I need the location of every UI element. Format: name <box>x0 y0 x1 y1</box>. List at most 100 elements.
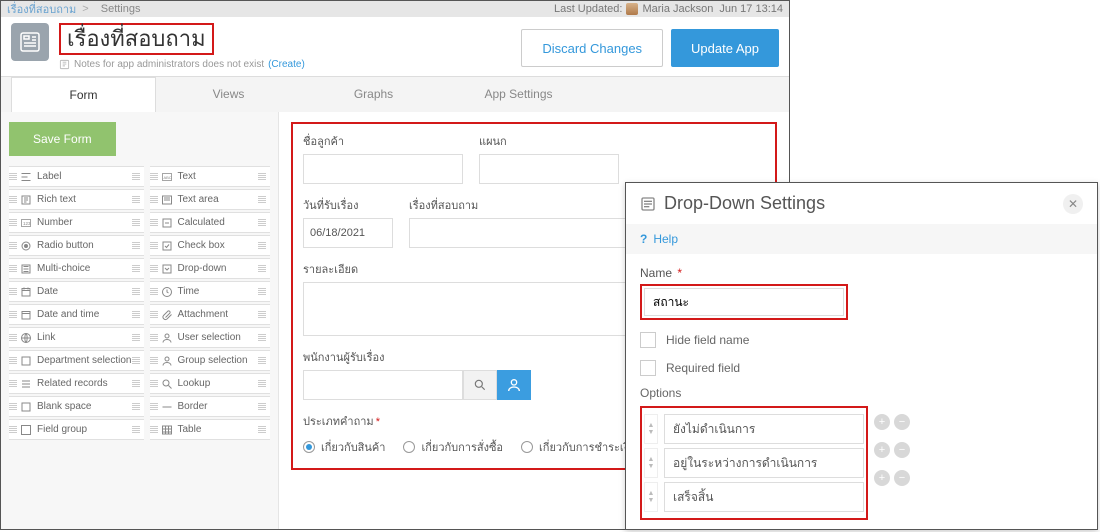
palette-item-label: Date and time <box>35 309 132 320</box>
field-type-icon <box>17 378 35 390</box>
palette-item-label: Attachment <box>176 309 259 320</box>
palette-item-table[interactable]: Table <box>150 419 271 440</box>
tab-graphs[interactable]: Graphs <box>301 77 446 112</box>
field-type-icon <box>17 240 35 252</box>
palette-item-attachment[interactable]: Attachment <box>150 304 271 325</box>
label-customer: ชื่อลูกค้า <box>303 132 463 150</box>
field-type-icon <box>17 263 35 275</box>
breadcrumb-bar: เรื่องที่สอบถาม > Settings Last Updated:… <box>1 1 789 17</box>
palette-item-related-records[interactable]: Related records <box>9 373 144 394</box>
input-dept[interactable] <box>479 154 619 184</box>
save-form-button[interactable]: Save Form <box>9 122 116 156</box>
palette-item-label: Calculated <box>176 217 259 228</box>
field-type-icon <box>17 286 35 298</box>
breadcrumb-app[interactable]: เรื่องที่สอบถาม <box>7 0 76 18</box>
palette-item-lookup[interactable]: Lookup <box>150 373 271 394</box>
close-button[interactable]: ✕ <box>1063 194 1083 214</box>
palette-item-time[interactable]: Time <box>150 281 271 302</box>
field-type-icon <box>17 401 35 413</box>
field-type-icon <box>17 355 35 367</box>
radio-label: เกี่ยวกับสินค้า <box>321 438 385 456</box>
user-picker-button[interactable] <box>497 370 531 400</box>
label-question-type: ประเภทคำถาม* <box>303 416 380 428</box>
field-type-icon <box>158 355 176 367</box>
option-input[interactable]: เสร็จสิ้น <box>664 482 864 512</box>
input-customer[interactable] <box>303 154 463 184</box>
palette-item-label: Border <box>176 401 259 412</box>
radio-dot-icon <box>521 441 533 453</box>
palette-item-blank-space[interactable]: Blank space <box>9 396 144 417</box>
dropdown-icon <box>640 196 656 212</box>
palette-item-border[interactable]: Border <box>150 396 271 417</box>
hide-field-name-label: Hide field name <box>666 333 749 347</box>
palette-item-label[interactable]: Label <box>9 166 144 187</box>
panel-title: Drop-Down Settings <box>664 193 825 214</box>
discard-button[interactable]: Discard Changes <box>521 29 663 67</box>
palette-item-label: Text <box>176 171 259 182</box>
breadcrumb-page: Settings <box>101 3 141 15</box>
radio-option[interactable]: เกี่ยวกับการชำระเงิน <box>521 438 637 456</box>
page-title[interactable]: เรื่องที่สอบถาม <box>59 23 214 55</box>
field-type-icon <box>158 424 176 436</box>
field-type-icon <box>17 332 35 344</box>
palette-item-calculated[interactable]: Calculated <box>150 212 271 233</box>
add-option-button[interactable]: + <box>874 442 890 458</box>
name-input[interactable] <box>644 288 844 316</box>
search-button[interactable] <box>463 370 497 400</box>
field-palette: Save Form Label Rich text 123NumberRadio b… <box>1 112 279 530</box>
tab-app-settings[interactable]: App Settings <box>446 77 591 112</box>
search-icon <box>473 378 487 392</box>
input-date[interactable]: 06/18/2021 <box>303 218 393 248</box>
palette-item-multi-choice[interactable]: Multi-choice <box>9 258 144 279</box>
avatar[interactable] <box>626 3 638 15</box>
palette-item-drop-down[interactable]: Drop-down <box>150 258 271 279</box>
radio-option[interactable]: เกี่ยวกับสินค้า <box>303 438 385 456</box>
palette-item-date-and-time[interactable]: Date and time <box>9 304 144 325</box>
radio-option[interactable]: เกี่ยวกับการสั่งซื้อ <box>403 438 503 456</box>
palette-item-field-group[interactable]: Field group <box>9 419 144 440</box>
palette-item-label: Time <box>176 286 259 297</box>
palette-item-user-selection[interactable]: User selection <box>150 327 271 348</box>
palette-item-link[interactable]: Link <box>9 327 144 348</box>
create-note-link[interactable]: (Create) <box>268 59 305 70</box>
palette-item-rich-text[interactable]: Rich text <box>9 189 144 210</box>
palette-item-department-selection[interactable]: Department selection <box>9 350 144 371</box>
tab-views[interactable]: Views <box>156 77 301 112</box>
dropdown-settings-panel: Drop-Down Settings ✕ ?Help Name * Hide f… <box>625 182 1098 530</box>
breadcrumb-sep: > <box>82 3 88 15</box>
remove-option-button[interactable]: − <box>894 442 910 458</box>
radio-dot-icon <box>403 441 415 453</box>
option-input[interactable]: ยังไม่ดำเนินการ <box>664 414 864 444</box>
add-option-button[interactable]: + <box>874 470 890 486</box>
palette-item-number[interactable]: 123Number <box>9 212 144 233</box>
option-input[interactable]: อยู่ในระหว่างการดำเนินการ <box>664 448 864 478</box>
palette-item-label: Text area <box>176 194 259 205</box>
drag-handle-icon[interactable]: ▲▼ <box>644 414 658 444</box>
remove-option-button[interactable]: − <box>894 414 910 430</box>
palette-item-group-selection[interactable]: Group selection <box>150 350 271 371</box>
palette-item-label: Link <box>35 332 132 343</box>
drag-handle-icon[interactable]: ▲▼ <box>644 482 658 512</box>
field-type-icon <box>158 240 176 252</box>
hide-field-name-checkbox[interactable] <box>640 332 656 348</box>
input-staff[interactable] <box>303 370 463 400</box>
palette-item-label: Rich text <box>35 194 132 205</box>
last-updated-time: Jun 17 13:14 <box>719 3 783 15</box>
tab-form[interactable]: Form <box>11 77 156 112</box>
add-option-button[interactable]: + <box>874 414 890 430</box>
drag-handle-icon[interactable]: ▲▼ <box>644 448 658 478</box>
palette-item-label: Drop-down <box>176 263 259 274</box>
palette-item-date[interactable]: Date <box>9 281 144 302</box>
required-field-checkbox[interactable] <box>640 360 656 376</box>
admin-note-text: Notes for app administrators does not ex… <box>74 59 264 70</box>
palette-item-radio-button[interactable]: Radio button <box>9 235 144 256</box>
palette-item-text[interactable]: ABC Text <box>150 166 271 187</box>
update-app-button[interactable]: Update App <box>671 29 779 67</box>
help-link[interactable]: ?Help <box>626 224 1097 254</box>
palette-item-label: Multi-choice <box>35 263 132 274</box>
remove-option-button[interactable]: − <box>894 470 910 486</box>
palette-item-check-box[interactable]: Check box <box>150 235 271 256</box>
palette-item-text-area[interactable]: Text area <box>150 189 271 210</box>
svg-text:ABC: ABC <box>163 175 171 180</box>
palette-item-label: Department selection <box>35 355 132 366</box>
